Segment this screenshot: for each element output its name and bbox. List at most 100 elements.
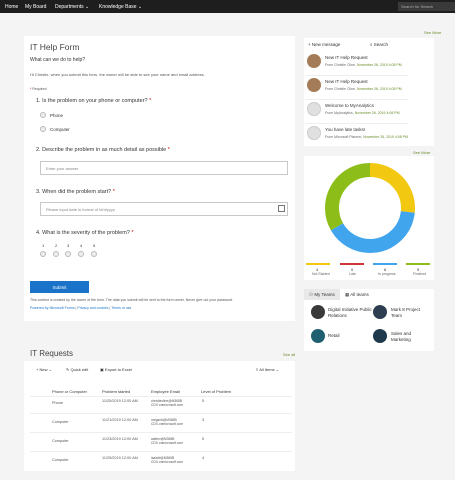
form-subtitle: What can we do to help?: [30, 57, 86, 63]
legend-swatch-late: [340, 263, 364, 265]
cell-device[interactable]: Phone: [52, 401, 63, 405]
severity-radio-1[interactable]: [40, 251, 46, 257]
severity-radio-4[interactable]: [78, 251, 84, 257]
column-header-employee-email[interactable]: Employee Email: [151, 389, 180, 394]
message-title: You have late tasks!: [325, 127, 366, 132]
message-title: Welcome to MyAnalytics: [325, 103, 374, 108]
message-meta: From Microsoft Planner, November 26, 201…: [325, 135, 408, 139]
severity-radio-5[interactable]: [91, 251, 97, 257]
severity-radio-2[interactable]: [53, 251, 59, 257]
nav-my-board[interactable]: My Board: [25, 4, 46, 10]
requests-title: IT Requests: [30, 349, 73, 358]
radio-computer-label: Computer: [50, 127, 70, 132]
form-footer: This content is created by the owner of …: [30, 298, 234, 302]
radio-computer[interactable]: [40, 126, 46, 132]
all-items-view-button[interactable]: ≡ All Items ⌄: [256, 367, 279, 372]
legend-swatch-in-progress: [373, 263, 397, 265]
search-input[interactable]: Search for Search: [398, 2, 455, 11]
message-meta: From Christie Cline, November 26, 2019 4…: [325, 63, 402, 67]
scale-4-label: 4: [80, 243, 83, 248]
row-divider: [30, 432, 292, 433]
privacy-link[interactable]: Privacy and cookies: [77, 306, 108, 310]
form-title: IT Help Form: [30, 42, 80, 52]
legend-swatch-not-started: [306, 263, 330, 265]
row-divider: [30, 413, 292, 414]
export-excel-button[interactable]: ▣ Export to Excel: [100, 367, 132, 372]
legend-label-finished: Finished: [413, 272, 427, 276]
message-item[interactable]: You have late tasks! From Microsoft Plan…: [306, 124, 408, 148]
question-3: 3. When did the problem start? *: [36, 189, 115, 195]
cell-level: 5: [202, 437, 205, 441]
chevron-down-icon: ⌄: [137, 4, 143, 10]
search-icon: ⌕: [370, 42, 373, 47]
chevron-down-icon: ⌄: [275, 367, 280, 372]
cell-device[interactable]: Computer: [52, 458, 69, 462]
tab-my-teams-label: ⚇ My Teams: [309, 292, 335, 297]
new-item-button[interactable]: + New ⌄: [36, 367, 52, 372]
problem-date-input[interactable]: Please input date in format of M/d/yyyy: [40, 202, 288, 216]
see-more-link[interactable]: See More: [424, 30, 441, 35]
powered-by-link[interactable]: Powered by Microsoft Forms: [30, 306, 75, 310]
cell-device[interactable]: Computer: [52, 439, 69, 443]
column-header-device[interactable]: Phone or Computer: [52, 389, 87, 394]
team-name[interactable]: Sales and Marketing: [391, 331, 431, 342]
avatar: [307, 102, 321, 116]
radio-phone[interactable]: [40, 112, 46, 118]
cell-email: meganb@M365B CDX.onmicrosoft.com: [151, 418, 184, 426]
cell-email: adelev@M365B CDX.onmicrosoft.com: [151, 437, 184, 445]
message-title: New IT Help Request: [325, 55, 368, 60]
grid-icon: ▦: [345, 292, 350, 297]
submit-button[interactable]: Submit: [30, 281, 89, 293]
scale-1-label: 1: [42, 243, 45, 248]
chevron-down-icon: ⌄: [48, 367, 52, 372]
new-message-button[interactable]: + New message: [308, 42, 340, 47]
legend-label-in-progress: In progress: [378, 272, 396, 276]
question-4: 4. What is the severity of the problem? …: [36, 230, 134, 236]
cell-date: 11/21/2019 12:00 AM: [102, 418, 138, 422]
tab-all-teams[interactable]: ▦ All teams: [345, 292, 369, 298]
team-icon: [311, 329, 325, 343]
cell-level: 4: [202, 456, 205, 460]
scale-3-label: 3: [67, 243, 70, 248]
avatar: [307, 126, 321, 140]
cell-level: 5: [202, 399, 205, 403]
see-all-link[interactable]: See all: [283, 352, 295, 357]
avatar: [307, 78, 321, 92]
message-item[interactable]: New IT Help Request From Christie Cline,…: [306, 52, 408, 76]
question-2: 2. Describe the problem in as much detai…: [36, 147, 170, 153]
question-1: 1. Is the problem on your phone or compu…: [36, 98, 152, 104]
nav-knowledge-base[interactable]: Knowledge Base ⌄: [99, 4, 142, 10]
see-more-link[interactable]: See More: [413, 150, 430, 155]
cell-level: 3: [202, 418, 205, 422]
required-note: * Required: [30, 87, 47, 91]
team-name[interactable]: Digital Initiative Public Relations: [328, 307, 373, 318]
quick-edit-button[interactable]: ✎ Quick edit: [66, 367, 88, 372]
nav-departments[interactable]: Departments ⌄: [55, 4, 89, 10]
header-divider: [30, 396, 292, 397]
severity-radio-3[interactable]: [65, 251, 71, 257]
calendar-icon[interactable]: [278, 205, 285, 212]
cell-device[interactable]: Computer: [52, 420, 69, 424]
message-search-button[interactable]: ⌕ Search: [370, 42, 388, 47]
it-help-form-panel: [24, 36, 295, 321]
form-links: Powered by Microsoft Forms | Privacy and…: [30, 306, 132, 310]
column-header-problem-started[interactable]: Problem started: [102, 389, 130, 394]
message-item[interactable]: Welcome to MyAnalytics From MyAnalytics,…: [306, 100, 408, 124]
team-name[interactable]: Retail: [328, 333, 340, 339]
tasks-donut-chart: [325, 163, 415, 253]
plus-icon: +: [36, 367, 39, 372]
cell-date: 11/23/2019 12:00 AM: [102, 437, 138, 441]
cell-date: 11/25/2019 12:00 AM: [102, 399, 138, 403]
plus-icon: +: [308, 42, 311, 47]
row-divider: [30, 451, 292, 452]
column-header-level[interactable]: Level of Problem: [201, 389, 231, 394]
problem-description-input[interactable]: Enter your answer: [40, 161, 288, 175]
terms-link[interactable]: Terms of use: [111, 306, 131, 310]
form-notice: Hi Christie, when you submit this form, …: [30, 72, 205, 77]
chevron-down-icon: ⌄: [85, 4, 90, 10]
team-name[interactable]: Mark 8 Project Team: [391, 307, 431, 318]
nav-home[interactable]: Home: [5, 4, 18, 10]
message-item[interactable]: New IT Help Request From Christie Cline,…: [306, 76, 408, 100]
top-navigation: Home My Board Departments ⌄ Knowledge Ba…: [0, 0, 455, 13]
legend-label-late: Late: [349, 272, 356, 276]
